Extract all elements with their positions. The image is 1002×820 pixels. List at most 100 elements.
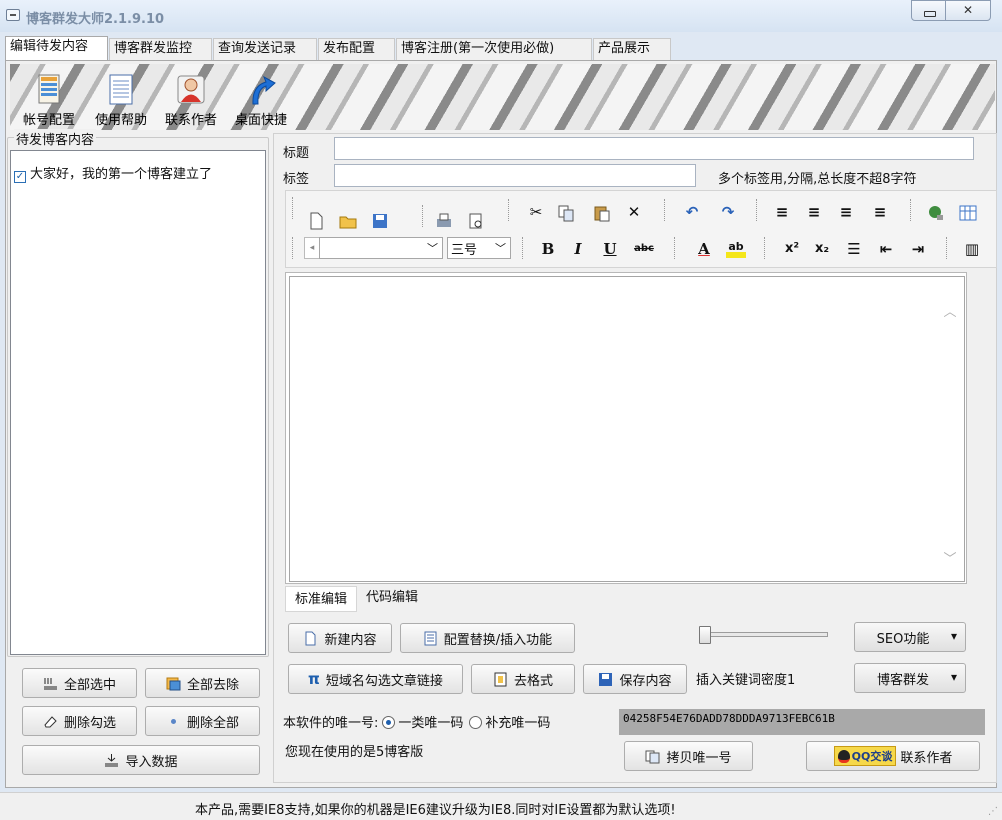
title-field-label: 标题 [283,146,310,161]
font-size-select[interactable]: 三号 ﹀ [447,237,511,259]
eraser-icon [44,715,57,727]
align-justify-icon[interactable]: ≡ [772,203,792,223]
uid-option1-label[interactable]: 一类唯一码 [398,716,463,731]
tab-monitor[interactable]: 博客群发监控 [109,38,212,60]
select-all-button[interactable]: 全部选中 [22,668,137,698]
account-config-icon [38,74,60,104]
import-data-button[interactable]: 导入数据 [22,745,260,775]
cut-icon[interactable]: ✂ [526,203,546,223]
help-document-icon [109,74,133,105]
scroll-up-icon[interactable]: ︿ [942,301,958,320]
copy-uid-button[interactable]: 拷贝唯一号 [624,741,753,771]
numbered-list-icon[interactable]: ☰ [844,240,864,260]
align-center-icon[interactable]: ≡ [836,203,856,223]
account-config-label: 帐号配置 [22,113,75,128]
main-tab-bar: 编辑待发内容 博客群发监控 查询发送记录 发布配置 博客注册(第一次使用必做) … [5,36,997,60]
font-family-select[interactable]: ﹀ [319,237,443,259]
indent-icon[interactable]: ⇥ [908,240,928,260]
contact-author-button[interactable]: 联系作者 [156,64,226,130]
tab-blog-register[interactable]: 博客注册(第一次使用必做) [396,38,592,60]
clear-format-button[interactable]: 去格式 [471,664,575,694]
short-link-button[interactable]: π 短域名勾选文章链接 [288,664,463,694]
redo-icon[interactable]: ↷ [718,203,738,223]
new-doc-icon[interactable] [306,211,326,231]
undo-icon[interactable]: ↶ [682,203,702,223]
help-button[interactable]: 使用帮助 [86,64,156,130]
font-color-button[interactable]: A [694,240,714,260]
bold-button[interactable]: B [538,240,558,260]
seo-dropdown-button[interactable]: SEO功能 [854,622,966,652]
status-text: 本产品,需要IE8支持,如果你的机器是IE6建议升级为IE8.同时对IE设置都为… [195,803,676,818]
tags-hint: 多个标签用,分隔,总长度不超8字符 [718,172,917,187]
contact-author-label: 联系作者 [164,113,217,128]
align-right-icon[interactable]: ≡ [870,203,890,223]
subscript-button[interactable]: x₂ [812,240,832,260]
save-disk-icon[interactable] [370,211,390,231]
desktop-shortcut-label: 桌面快捷 [234,113,287,128]
highlight-button[interactable]: ab [726,238,746,258]
short-link-label: 短域名勾选文章链接 [325,673,443,689]
rich-text-toolbar: ✂ ✕ ↶ ↷ ≡ ≡ ≡ ≡ ◂ ﹀ 三号 ﹀ B I U abc A ab x… [285,190,997,268]
slider-thumb[interactable] [699,626,711,644]
delete-all-button[interactable]: 删除全部 [145,706,260,736]
superscript-button[interactable]: x² [782,240,802,260]
paste-icon[interactable] [592,203,612,223]
outdent-icon[interactable]: ⇤ [876,240,896,260]
underline-button[interactable]: U [600,240,620,260]
contact-person-icon [177,75,205,104]
minimize-button[interactable] [911,0,946,21]
post-checkbox[interactable]: ✓ [14,171,26,183]
tab-send-records[interactable]: 查询发送记录 [213,38,317,60]
save-content-button[interactable]: 保存内容 [583,664,687,694]
uid-option1-radio[interactable] [382,716,396,729]
resize-grip-icon[interactable]: ⋰ [988,806,998,817]
close-button[interactable]: ✕ [945,0,991,21]
tags-input[interactable] [334,164,696,187]
post-title: 大家好，我的第一个博客建立了 [30,167,213,182]
align-left-icon[interactable]: ≡ [804,203,824,223]
keyword-density-label: 插入关键词密度1 [696,673,796,688]
deselect-all-button[interactable]: 全部去除 [145,668,260,698]
italic-button[interactable]: I [568,240,588,260]
uid-option2-radio[interactable] [469,716,483,729]
scroll-down-icon[interactable]: ﹀ [942,548,958,567]
document-lines-icon [424,631,437,645]
uid-label: 本软件的唯一号: [283,716,379,731]
print-preview-icon[interactable] [466,211,486,231]
uid-value-field[interactable]: 04258F54E76DADD78DDDA9713FEBC61B [619,709,985,735]
tab-publish-config[interactable]: 发布配置 [318,38,395,60]
config-replace-label: 配置替换/插入功能 [443,632,553,648]
new-page-icon [305,631,316,645]
title-input[interactable] [334,137,974,160]
delete-checked-button[interactable]: 删除勾选 [22,706,137,736]
print-icon[interactable] [434,211,454,231]
insert-link-icon[interactable] [926,203,946,223]
chevron-down-icon: ﹀ [495,242,506,255]
tab-standard-edit[interactable]: 标准编辑 [285,586,357,612]
new-content-button[interactable]: 新建内容 [288,623,392,653]
keyword-density-slider[interactable] [700,632,828,637]
delete-icon[interactable]: ✕ [624,203,644,223]
account-config-button[interactable]: 帐号配置 [10,64,88,130]
text-columns-icon[interactable]: ▥ [962,240,982,260]
config-replace-button[interactable]: 配置替换/插入功能 [400,623,575,653]
window-menu-icon[interactable] [6,9,20,21]
insert-table-icon[interactable] [958,203,978,223]
tab-products[interactable]: 产品展示 [593,38,671,60]
tab-code-edit[interactable]: 代码编辑 [357,586,427,610]
qq-contact-button[interactable]: QQ交谈 联系作者 [806,741,980,771]
uid-option2-label[interactable]: 补充唯一码 [485,716,550,731]
delete-checked-label: 删除勾选 [63,715,116,731]
pending-posts-list[interactable] [10,150,266,655]
strikethrough-button[interactable]: abc [632,240,656,260]
content-editor[interactable]: ︿ ﹀ [289,276,965,582]
list-item[interactable]: ✓ 大家好，我的第一个博客建立了 [14,163,212,183]
pi-icon: π [308,670,320,688]
font-scroll-left[interactable]: ◂ [304,237,320,259]
tab-edit-content[interactable]: 编辑待发内容 [5,36,108,60]
copy-icon[interactable] [556,203,576,223]
open-folder-icon[interactable] [338,211,358,231]
top-toolbar: 帐号配置 使用帮助 联系作者 桌面快捷 [10,64,995,130]
mass-send-dropdown-button[interactable]: 博客群发 [854,663,966,693]
desktop-shortcut-button[interactable]: 桌面快捷 [230,64,292,130]
